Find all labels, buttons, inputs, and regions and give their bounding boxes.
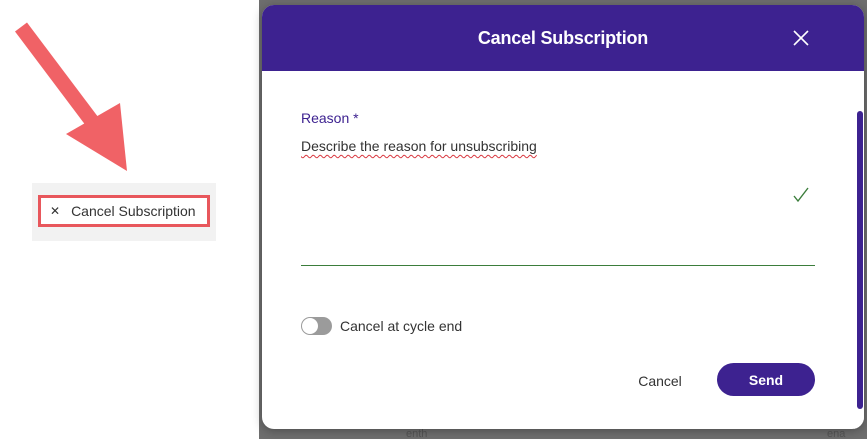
scrollbar-thumb[interactable] (857, 111, 863, 409)
reason-field-underline (301, 265, 815, 266)
send-button[interactable]: Send (717, 363, 815, 396)
arrow-pointer-icon (15, 22, 127, 171)
checkmark-icon (793, 187, 809, 203)
background-text: ena (827, 428, 846, 440)
dialog-header: Cancel Subscription (262, 5, 864, 71)
dialog-title: Cancel Subscription (477, 27, 649, 48)
cancel-button[interactable]: Cancel (626, 369, 694, 393)
cancel-subscription-label: Cancel Subscription (71, 203, 196, 219)
reason-label: Reason * (301, 110, 359, 126)
cancel-subscription-button[interactable]: ✕ Cancel Subscription (38, 195, 210, 227)
cancel-at-cycle-end-label: Cancel at cycle end (340, 318, 463, 334)
cancel-at-cycle-end-toggle[interactable] (301, 317, 332, 335)
toggle-knob (302, 318, 318, 334)
cancel-subscription-dialog: Cancel Subscription Reason * Describe th… (262, 5, 864, 429)
close-x-icon: ✕ (50, 204, 61, 218)
close-icon[interactable] (790, 27, 812, 49)
reason-textarea[interactable]: Describe the reason for unsubscribing (301, 138, 537, 154)
background-text: enth (406, 428, 428, 440)
